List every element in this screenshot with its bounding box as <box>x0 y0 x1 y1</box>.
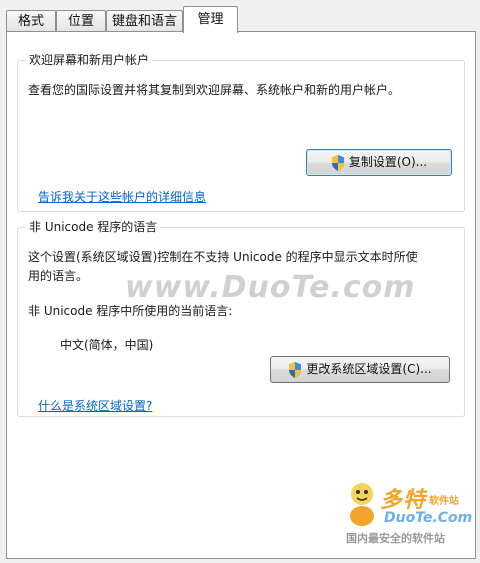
welcome-group-title: 欢迎屏幕和新用户帐户 <box>26 52 153 68</box>
tab-formats[interactable]: 格式 <box>6 10 56 32</box>
what-is-system-locale-link[interactable]: 什么是系统区域设置? <box>38 398 152 414</box>
uac-shield-icon <box>331 154 344 171</box>
logo-english-name: DuoTe.Com <box>384 510 473 526</box>
non-unicode-group: 非 Unicode 程序的语言 这个设置(系统区域设置)控制在不支持 Unico… <box>17 219 465 417</box>
welcome-description: 查看您的国际设置并将其复制到欢迎屏幕、系统帐户和新的用户帐户。 <box>28 83 401 97</box>
uac-shield-icon <box>289 361 302 378</box>
welcome-screen-group: 欢迎屏幕和新用户帐户 查看您的国际设置并将其复制到欢迎屏幕、系统帐户和新的用户帐… <box>17 52 465 212</box>
tab-keyboards-languages[interactable]: 键盘和语言 <box>106 10 183 32</box>
change-system-locale-label: 更改系统区域设置(C)... <box>306 362 432 376</box>
copy-settings-label: 复制设置(O)... <box>348 155 428 169</box>
mascot-icon <box>350 483 374 526</box>
tab-location[interactable]: 位置 <box>56 10 106 32</box>
current-language-value: 中文(简体，中国) <box>60 338 154 352</box>
non-unicode-description-line1: 这个设置(系统区域设置)控制在不支持 Unicode 的程序中显示文本时所使 <box>28 250 418 264</box>
tab-administrative[interactable]: 管理 <box>183 6 238 33</box>
change-system-locale-button[interactable]: 更改系统区域设置(C)... <box>270 356 450 383</box>
site-logo: 多特 软件站 DuoTe.Com 国内最安全的软件站 <box>344 478 474 560</box>
account-details-link[interactable]: 告诉我关于这些帐户的详细信息 <box>38 189 206 205</box>
region-language-dialog: 格式 位置 键盘和语言 管理 欢迎屏幕和新用户帐户 查看您的国际设置并将其复制到… <box>0 0 480 563</box>
logo-tagline: 国内最安全的软件站 <box>346 532 445 545</box>
tab-strip: 格式 位置 键盘和语言 管理 <box>6 6 476 33</box>
logo-subtitle: 软件站 <box>429 496 459 507</box>
watermark-text: www.DuoTe.com <box>125 270 416 305</box>
non-unicode-group-title: 非 Unicode 程序的语言 <box>26 219 161 235</box>
copy-settings-button[interactable]: 复制设置(O)... <box>306 149 452 176</box>
